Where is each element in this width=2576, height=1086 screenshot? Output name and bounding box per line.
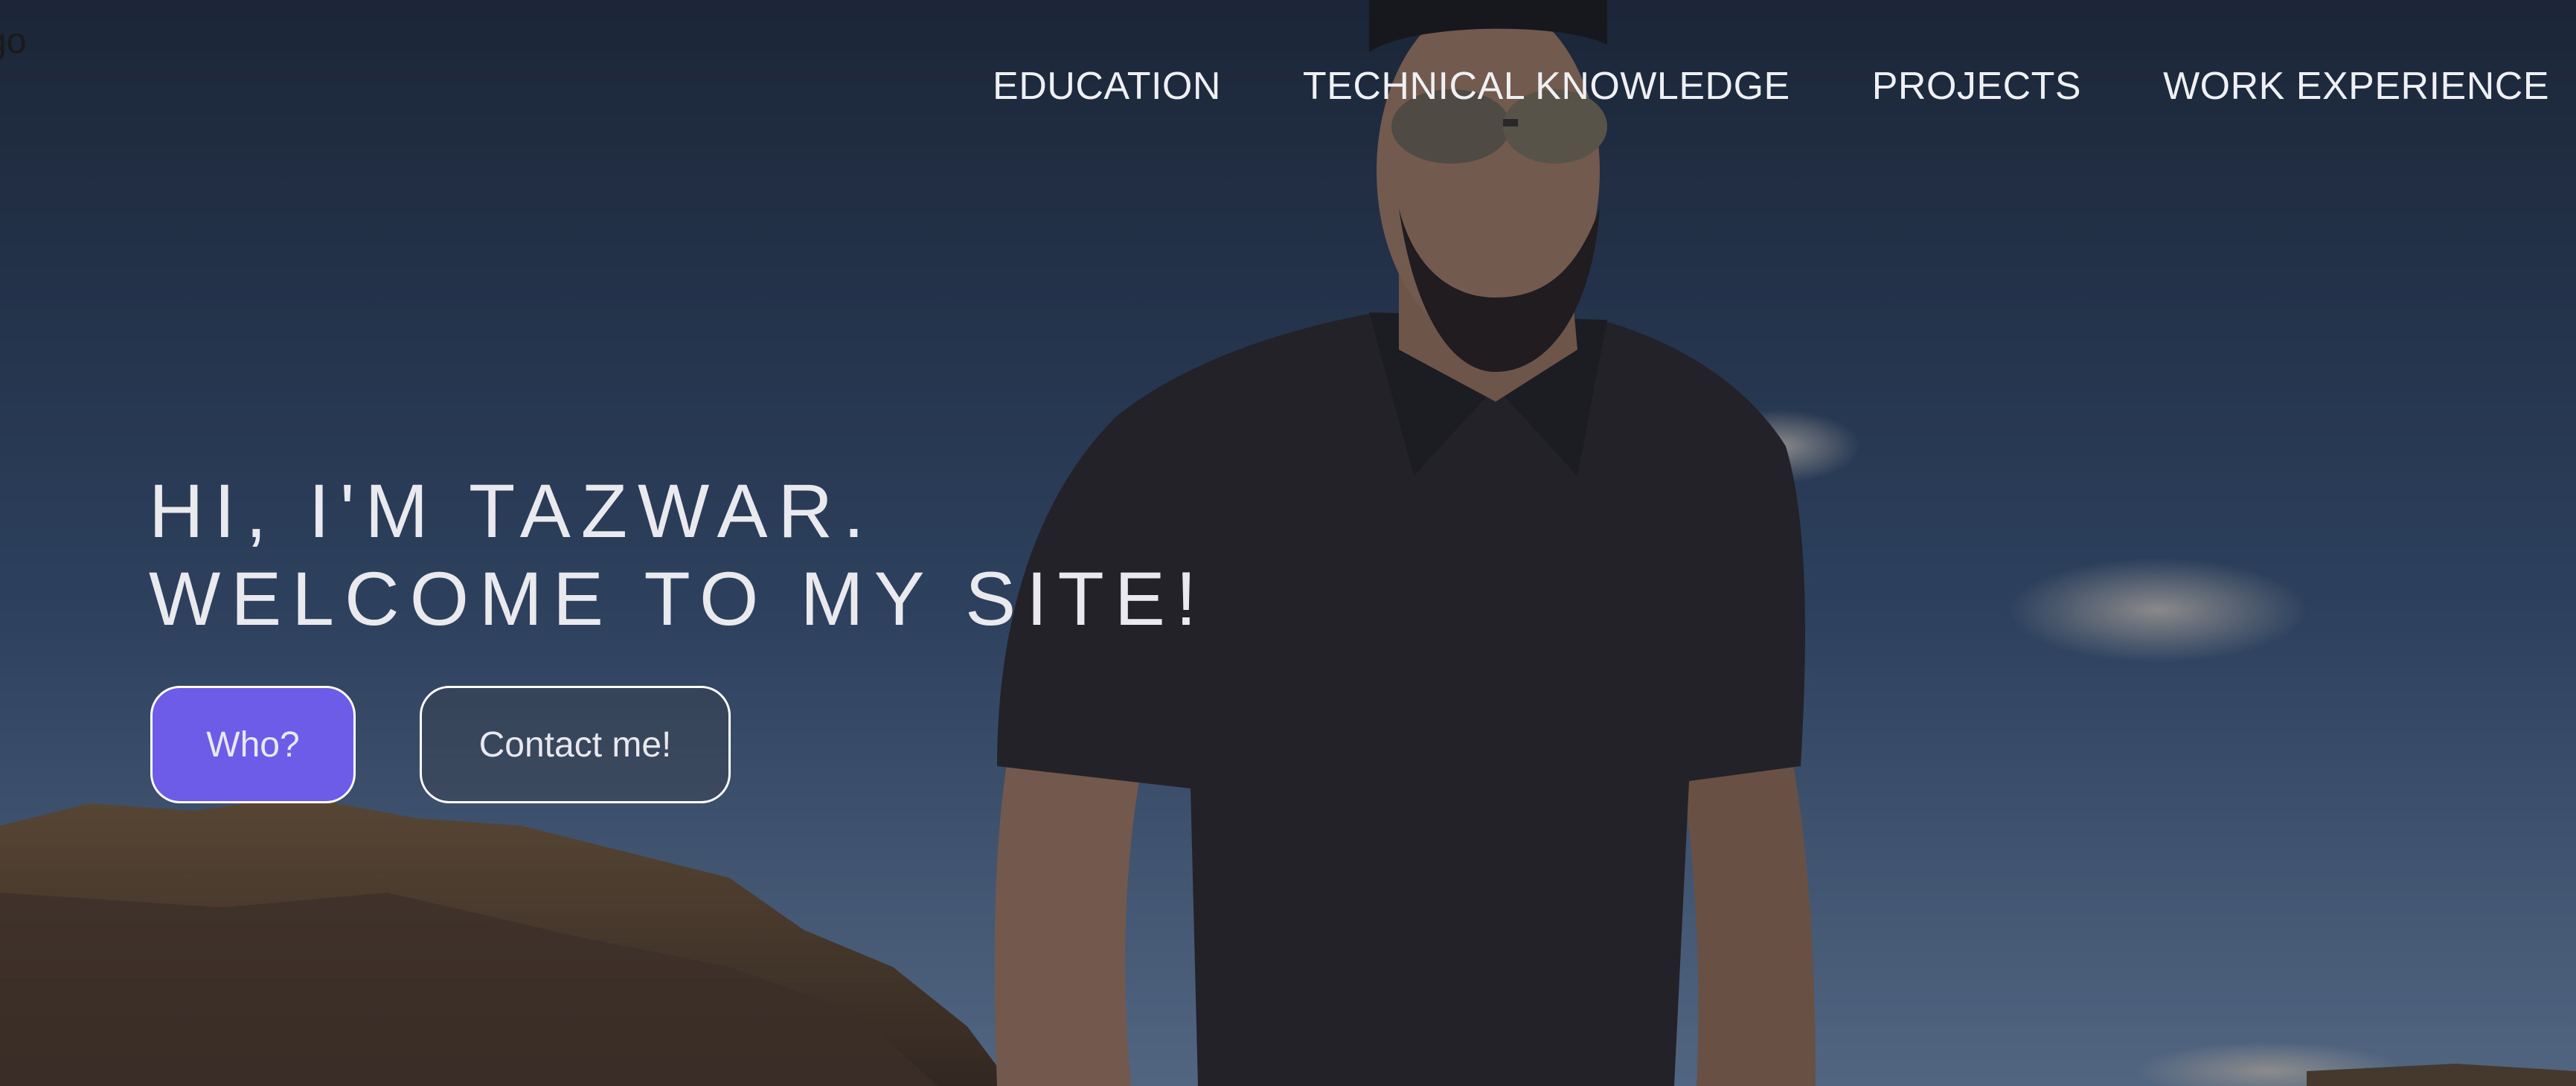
hero-headline-line-2: WELCOME TO MY SITE!: [149, 556, 1208, 641]
nav-link-education[interactable]: EDUCATION: [993, 64, 1221, 109]
hero-headline: HI, I'M TAZWAR. WELCOME TO MY SITE!: [149, 467, 1207, 643]
hero-section: go EDUCATION TECHNICAL KNOWLEDGE PROJECT…: [0, 0, 2576, 1086]
who-button[interactable]: Who?: [150, 686, 356, 803]
nav-link-projects[interactable]: PROJECTS: [1872, 64, 2081, 109]
contact-me-button[interactable]: Contact me!: [420, 686, 731, 803]
hero-headline-line-1: HI, I'M TAZWAR.: [149, 469, 875, 553]
site-logo[interactable]: go: [0, 21, 26, 62]
nav-link-technical-knowledge[interactable]: TECHNICAL KNOWLEDGE: [1303, 64, 1790, 109]
nav-link-work-experience[interactable]: WORK EXPERIENCE: [2163, 64, 2549, 109]
main-navigation: EDUCATION TECHNICAL KNOWLEDGE PROJECTS W…: [911, 64, 2549, 109]
